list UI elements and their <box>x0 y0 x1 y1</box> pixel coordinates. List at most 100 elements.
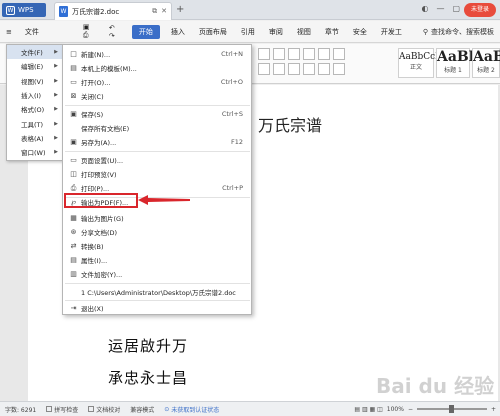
submenu-item-export-image[interactable]: ▦ 输出为图片(G) <box>63 212 251 224</box>
tab-page-layout[interactable]: 页面布局 <box>192 21 234 43</box>
menu-bar: ≡ 文件 ▣ ⎙ ↶ ↷ 开始 插入 页面布局 引用 审阅 视图 章节 安全 开… <box>0 21 500 43</box>
status-bar: 字数: 6291 拼写检查 文档校对 兼容模式 ⊙ 未获取到认证状态 ▤ ▥ ▦ … <box>0 401 500 416</box>
align-left-icon[interactable] <box>258 63 270 75</box>
zoom-out-icon[interactable]: − <box>408 406 413 413</box>
submenu-arrow-icon: ▶ <box>54 49 58 56</box>
submenu-label: 打印(P)... <box>81 185 110 193</box>
outdent-icon[interactable] <box>288 48 300 60</box>
submenu-item-convert[interactable]: ⇄ 转换(B) <box>63 240 251 252</box>
line-spacing-icon[interactable] <box>318 63 330 75</box>
menu-item-view[interactable]: 视图(V) ▶ <box>7 74 62 88</box>
page-setup-icon: ▭ <box>70 155 77 164</box>
submenu-shortcut: Ctrl+S <box>221 110 243 118</box>
submenu-item-save-as[interactable]: ▣ 另存为(A)... F12 <box>63 136 251 148</box>
hamburger-menu-icon[interactable]: ≡ <box>0 21 18 43</box>
exit-icon: ⇥ <box>70 303 77 312</box>
tab-close-icon[interactable]: ✕ <box>161 7 167 16</box>
word-count[interactable]: 字数: 6291 <box>0 405 41 414</box>
view-mode-icons[interactable]: ▤ ▥ ▦ ◫ <box>354 406 382 413</box>
zoom-slider-knob[interactable] <box>448 405 454 413</box>
submenu-item-properties[interactable]: ▤ 属性(I)... <box>63 254 251 266</box>
zoom-slider[interactable] <box>416 405 487 413</box>
menu-divider <box>65 283 250 284</box>
zoom-level[interactable]: 100% <box>387 406 404 413</box>
menu-item-tools[interactable]: 工具(T) ▶ <box>7 116 62 130</box>
properties-icon: ▤ <box>70 255 77 264</box>
menu-item-table[interactable]: 表格(A) ▶ <box>7 131 62 145</box>
new-tab-icon[interactable]: + <box>176 4 184 15</box>
style-heading-2[interactable]: AaBl 标题 2 <box>472 48 500 78</box>
maximize-icon[interactable]: ▢ <box>452 4 460 13</box>
close-icon: ⊠ <box>70 91 77 100</box>
submenu-item-page-setup[interactable]: ▭ 页面设置(U)... <box>63 154 251 166</box>
tab-chapter[interactable]: 章节 <box>318 21 346 43</box>
justify-icon[interactable] <box>303 63 315 75</box>
submenu-label: 1 C:\Users\Administrator\Desktop\万氏宗谱2.d… <box>81 289 236 297</box>
style-normal[interactable]: AaBbCcDd 正文 <box>398 48 449 78</box>
align-right-icon[interactable] <box>288 63 300 75</box>
numbering-icon[interactable] <box>273 48 285 60</box>
submenu-item-save[interactable]: ▣ 保存(S) Ctrl+S <box>63 108 251 120</box>
tab-home[interactable]: 开始 <box>131 24 160 39</box>
indent-icon[interactable] <box>303 48 315 60</box>
wps-app-button[interactable]: W WPS <box>2 3 46 17</box>
submenu-label: 打开(O)... <box>81 79 111 87</box>
title-bar: W WPS W 万氏宗谱2.doc ⧉ ✕ + ◐ — ▢ 未登录 <box>0 0 500 20</box>
zoom-in-icon[interactable]: + <box>491 406 496 413</box>
skin-icon[interactable]: ◐ <box>421 4 428 13</box>
command-search[interactable]: ⚲ 查找命令、搜索模板 <box>423 27 500 37</box>
export-pdf-highlight <box>64 193 138 208</box>
style-heading-1-label: 标题 1 <box>444 67 462 74</box>
doc-file-icon: W <box>59 6 68 17</box>
shading-icon[interactable] <box>333 63 345 75</box>
toolbar-quick-icons[interactable]: ▣ ⎙ <box>76 21 102 43</box>
submenu-item-open[interactable]: ▭ 打开(O)... Ctrl+O <box>63 76 251 88</box>
document-line-1: 运居啟升万 <box>108 337 189 355</box>
submenu-item-recent-file[interactable]: 1 C:\Users\Administrator\Desktop\万氏宗谱2.d… <box>63 286 251 298</box>
checkbox-icon <box>46 406 53 412</box>
undo-redo-icons[interactable]: ↶ ↷ <box>102 21 128 43</box>
style-heading-1[interactable]: AaBl 标题 1 <box>436 48 474 78</box>
submenu-arrow-icon: ▶ <box>54 120 58 127</box>
login-button[interactable]: 未登录 <box>464 3 496 17</box>
submenu-item-encrypt[interactable]: ▥ 文件加密(Y)... <box>63 268 251 280</box>
wps-logo-icon: W <box>6 5 15 15</box>
wps-app-label: WPS <box>18 6 34 14</box>
tab-insert[interactable]: 插入 <box>164 21 192 43</box>
submenu-item-share[interactable]: ⊛ 分享文档(D) <box>63 226 251 238</box>
minimize-icon[interactable]: — <box>436 4 444 13</box>
tab-developer[interactable]: 开发工 <box>374 21 409 43</box>
submenu-item-exit[interactable]: ⇥ 退出(X) <box>63 302 251 314</box>
search-icon: ⚲ <box>422 27 428 36</box>
show-marks-icon[interactable] <box>333 48 345 60</box>
style-normal-sample: AaBbCcDd <box>399 52 449 62</box>
menu-item-insert[interactable]: 插入(I) ▶ <box>7 88 62 102</box>
bullets-icon[interactable] <box>258 48 270 60</box>
spell-check[interactable]: 拼写检查 <box>41 405 83 414</box>
submenu-item-local-templates[interactable]: ▤ 本机上的模板(M)... <box>63 62 251 74</box>
tab-review[interactable]: 审阅 <box>262 21 290 43</box>
tab-restore-icon[interactable]: ⧉ <box>152 7 157 16</box>
template-icon: ▤ <box>70 63 77 72</box>
submenu-item-save-all[interactable]: 保存所有文档(E) <box>63 122 251 134</box>
tab-references[interactable]: 引用 <box>234 21 262 43</box>
tab-view[interactable]: 视图 <box>290 21 318 43</box>
menu-file[interactable]: 文件 <box>18 21 46 43</box>
menu-item-window[interactable]: 窗口(W) ▶ <box>7 145 62 159</box>
submenu-item-close[interactable]: ⊠ 关闭(C) <box>63 90 251 102</box>
sort-icon[interactable] <box>318 48 330 60</box>
doc-compare-label: 文档校对 <box>96 406 121 414</box>
print-preview-icon: ◫ <box>70 169 77 178</box>
submenu-item-print-preview[interactable]: ◫ 打印预览(V) <box>63 168 251 180</box>
submenu-item-new[interactable]: □ 新建(N)... Ctrl+N <box>63 48 251 60</box>
convert-icon: ⇄ <box>70 241 77 250</box>
document-tab[interactable]: W 万氏宗谱2.doc ⧉ ✕ <box>54 2 172 20</box>
doc-compare[interactable]: 文档校对 <box>83 405 125 414</box>
align-center-icon[interactable] <box>273 63 285 75</box>
menu-item-format[interactable]: 格式(O) ▶ <box>7 102 62 116</box>
file-submenu: □ 新建(N)... Ctrl+N ▤ 本机上的模板(M)... ▭ 打开(O)... C… <box>62 44 252 315</box>
tab-security[interactable]: 安全 <box>346 21 374 43</box>
cert-status[interactable]: ⊙ 未获取到认证状态 <box>159 405 224 414</box>
menu-item-edit[interactable]: 编辑(E) ▶ <box>7 59 62 73</box>
menu-item-file[interactable]: 文件(F) ▶ <box>7 45 62 60</box>
